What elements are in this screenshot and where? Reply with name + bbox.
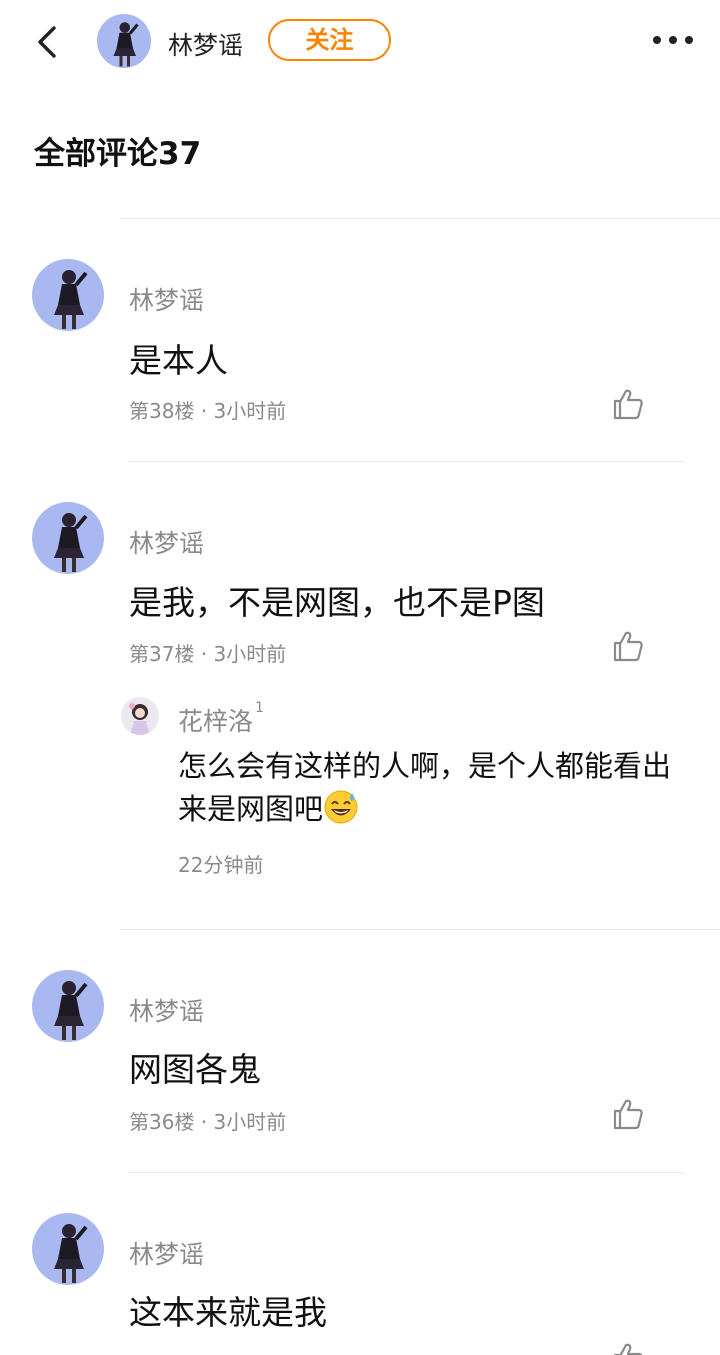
header-avatar[interactable] <box>97 14 151 68</box>
reply-author[interactable]: 花梓洛 1 <box>178 700 264 738</box>
thumbs-up-icon[interactable] <box>610 628 646 664</box>
divider <box>120 929 720 930</box>
thumbs-up-icon[interactable] <box>610 1096 646 1132</box>
comment-author[interactable]: 林梦谣 <box>129 992 204 1028</box>
comment-meta: 第38楼 · 3小时前 <box>129 399 287 423</box>
reply-meta: 22分钟前 <box>178 853 264 877</box>
follow-button[interactable]: 关注 <box>268 19 391 61</box>
comment-meta: 第36楼 · 3小时前 <box>129 1110 287 1134</box>
avatar[interactable] <box>32 502 104 574</box>
all-comments-title: 全部评论37 <box>34 136 202 172</box>
reply-avatar[interactable] <box>121 697 159 735</box>
sweat-smile-emoji-icon <box>324 790 358 824</box>
top-bar: 林梦谣 关注 <box>0 0 720 84</box>
comment-author[interactable]: 林梦谣 <box>129 1235 204 1271</box>
more-dots-icon[interactable] <box>650 28 696 52</box>
avatar[interactable] <box>32 970 104 1042</box>
avatar[interactable] <box>32 1213 104 1285</box>
reply-level-badge: 1 <box>255 700 264 716</box>
comment-text: 是本人 <box>129 341 228 380</box>
comment-author[interactable]: 林梦谣 <box>129 524 204 560</box>
reply-text: 怎么会有这样的人啊，是个人都能看出来是网图吧 <box>178 745 698 831</box>
comment-text: 这本来就是我 <box>129 1293 327 1332</box>
avatar[interactable] <box>32 259 104 331</box>
back-chevron-icon[interactable] <box>28 22 68 62</box>
comment-author[interactable]: 林梦谣 <box>129 281 204 317</box>
header-username[interactable]: 林梦谣 <box>168 26 243 62</box>
thumbs-up-icon[interactable] <box>610 386 646 422</box>
divider <box>120 218 720 219</box>
thumbs-up-icon[interactable] <box>610 1340 646 1355</box>
divider <box>128 461 684 462</box>
comment-text: 网图各鬼 <box>129 1050 261 1089</box>
comment-meta: 第37楼 · 3小时前 <box>129 642 287 666</box>
comment-text: 是我，不是网图，也不是P图 <box>129 583 545 622</box>
reply-text-content: 怎么会有这样的人啊，是个人都能看出来是网图吧 <box>178 749 672 826</box>
reply-author-name: 花梓洛 <box>178 707 254 736</box>
divider <box>128 1172 684 1173</box>
